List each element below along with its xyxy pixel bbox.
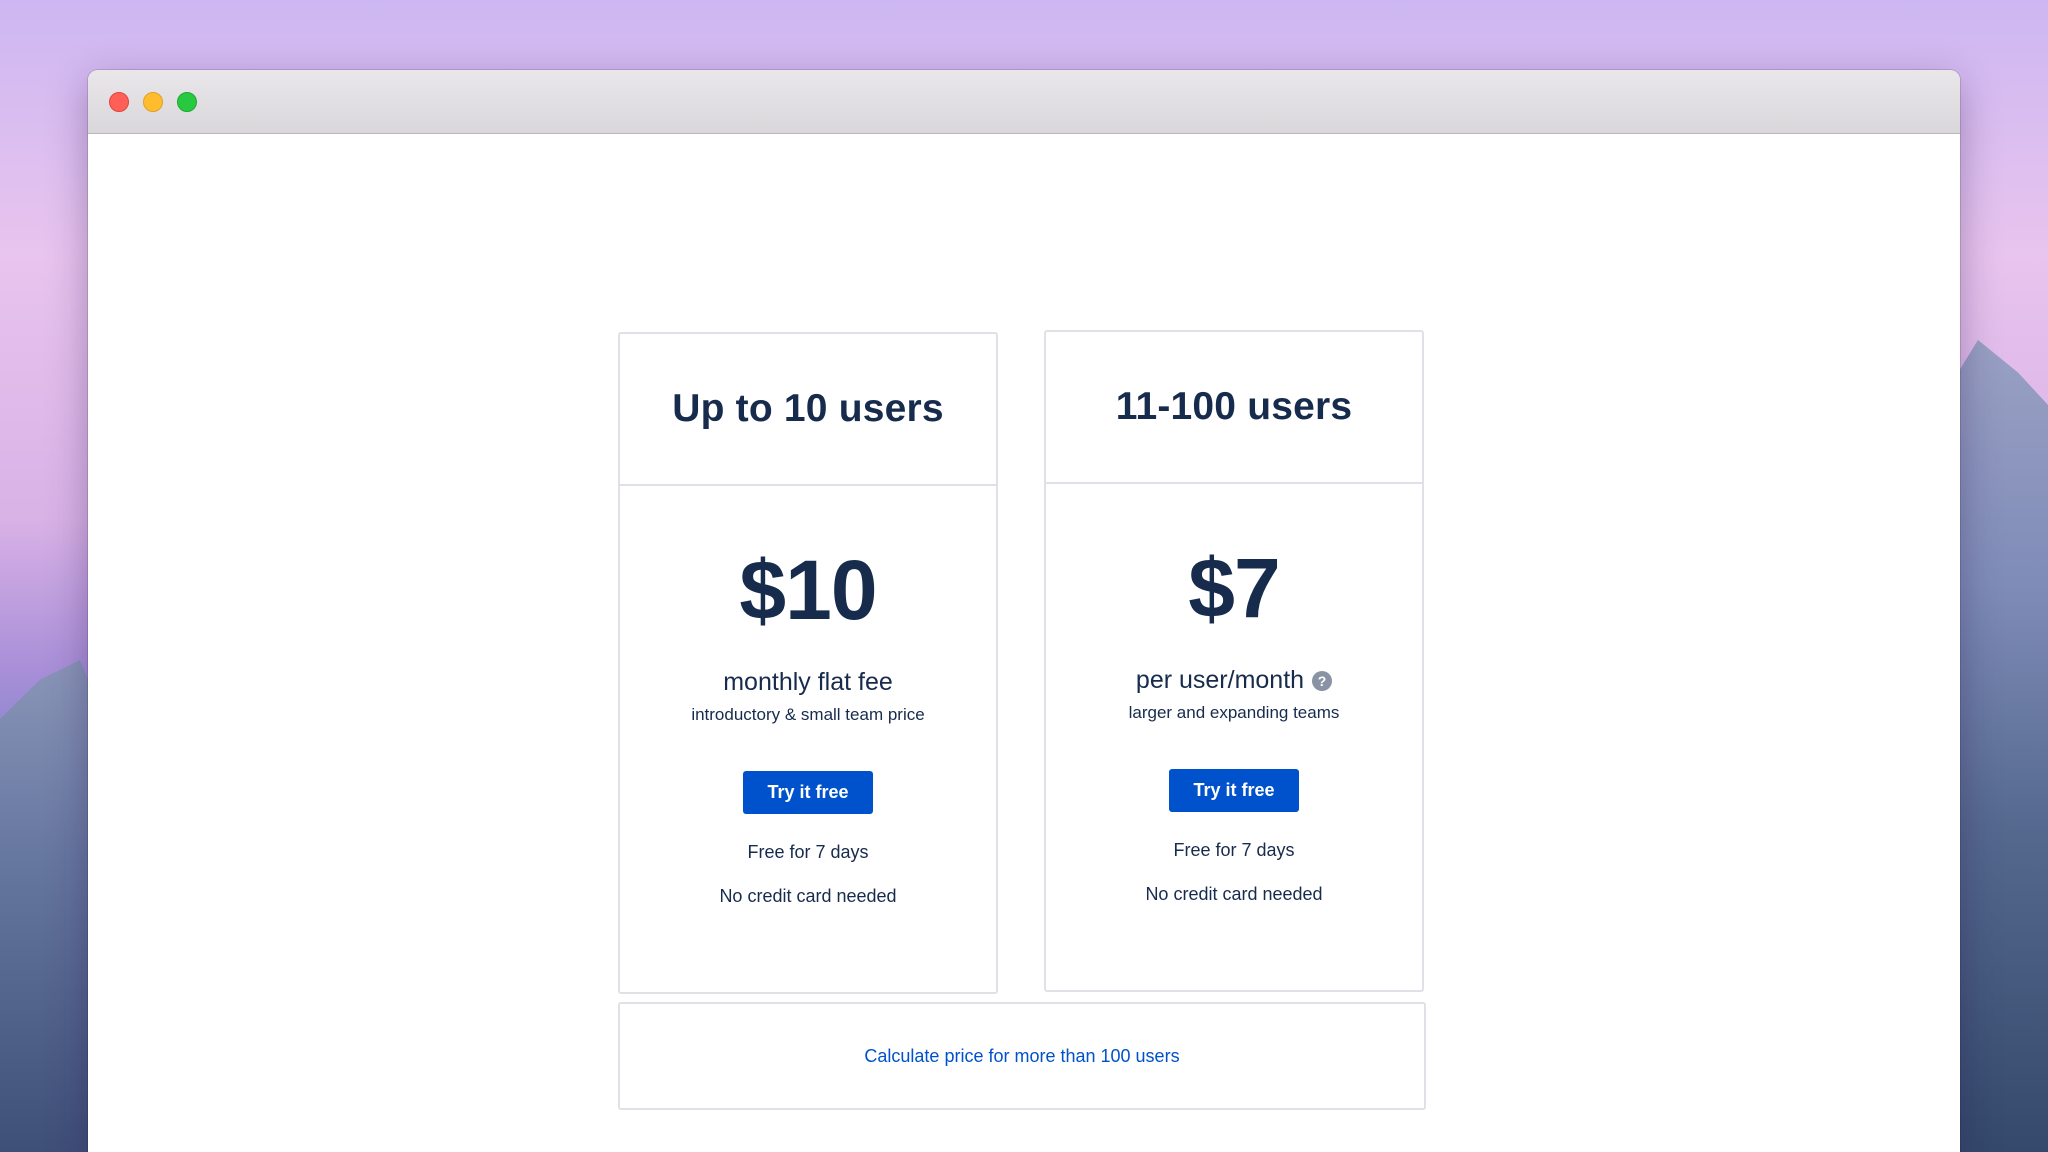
plan-title: 11-100 users xyxy=(1115,385,1353,428)
plan-card-header: Up to 10 users xyxy=(620,334,996,486)
try-it-free-button[interactable]: Try it free xyxy=(1169,769,1299,812)
pricing-page: Up to 10 users $10 monthly flat fee intr… xyxy=(88,134,1960,1152)
window-titlebar xyxy=(88,70,1960,134)
background-mountain-right xyxy=(1948,340,2048,1152)
plan-card-body: $7 per user/month ? larger and expanding… xyxy=(1046,546,1422,905)
plan-feature: Free for 7 days xyxy=(747,842,869,862)
background-mountain-left xyxy=(0,660,100,1152)
plan-price: $7 xyxy=(1188,541,1280,635)
plan-price-unit: per user/month ? xyxy=(1046,666,1422,695)
browser-window: Up to 10 users $10 monthly flat fee intr… xyxy=(88,70,1960,1152)
plan-card-small-team: Up to 10 users $10 monthly flat fee intr… xyxy=(618,332,998,994)
plan-card-growing-team: 11-100 users $7 per user/month ? larger … xyxy=(1044,330,1424,992)
plan-price-unit-label: monthly flat fee xyxy=(723,668,893,696)
plan-feature: No credit card needed xyxy=(719,886,897,906)
plan-title: Up to 10 users xyxy=(672,387,944,430)
plan-price-unit-label: per user/month xyxy=(1135,666,1305,694)
plan-price-unit: monthly flat fee xyxy=(620,668,996,697)
plan-price: $10 xyxy=(739,543,877,637)
plan-description: introductory & small team price xyxy=(691,705,925,724)
calculate-price-box: Calculate price for more than 100 users xyxy=(618,1002,1426,1110)
try-it-free-button[interactable]: Try it free xyxy=(743,771,873,814)
zoom-window-button[interactable] xyxy=(177,92,197,112)
plan-card-body: $10 monthly flat fee introductory & smal… xyxy=(620,548,996,907)
close-window-button[interactable] xyxy=(109,92,129,112)
plan-feature: No credit card needed xyxy=(1145,884,1323,904)
calculate-price-link[interactable]: Calculate price for more than 100 users xyxy=(864,1046,1179,1067)
plan-feature: Free for 7 days xyxy=(1173,840,1295,860)
plan-description: larger and expanding teams xyxy=(1128,703,1340,722)
minimize-window-button[interactable] xyxy=(143,92,163,112)
question-mark-icon[interactable]: ? xyxy=(1312,670,1333,691)
plan-card-header: 11-100 users xyxy=(1046,332,1422,484)
